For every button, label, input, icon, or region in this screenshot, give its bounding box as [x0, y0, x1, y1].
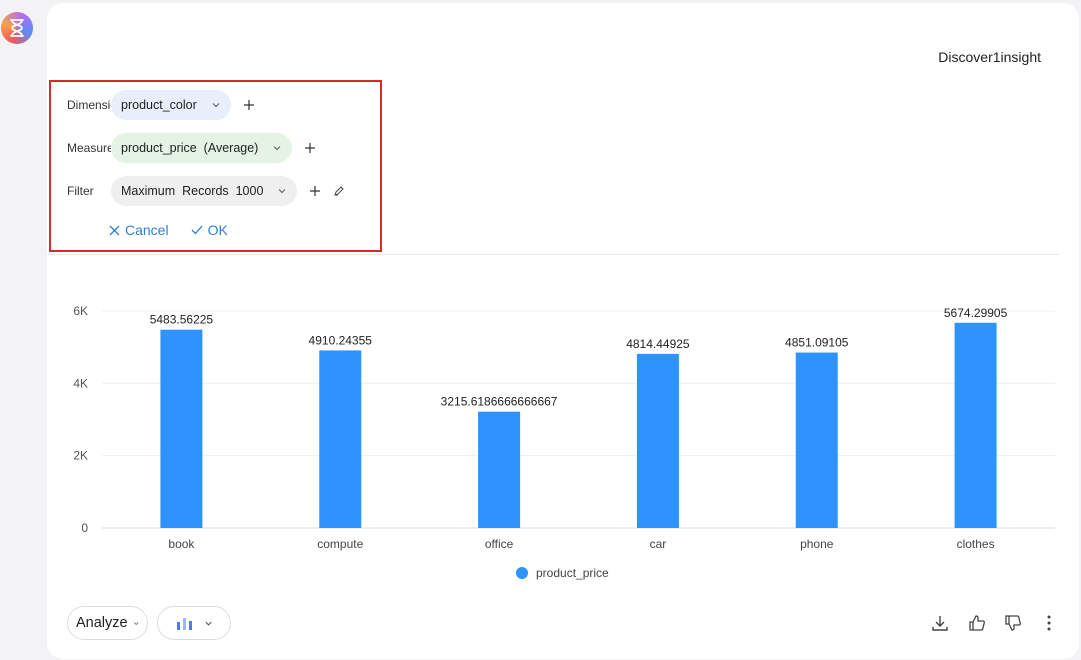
insight-title: Discover1insight	[938, 49, 1041, 65]
legend-label: product_price	[536, 566, 609, 580]
edit-filter-button[interactable]	[331, 183, 347, 199]
bar-chart-icon	[176, 618, 192, 630]
measure-select[interactable]: product_price (Average)	[111, 133, 293, 163]
data-label: 4851.09105	[785, 336, 849, 350]
filter-row: Filter Maximum Records 1000	[67, 176, 347, 206]
close-icon	[109, 225, 120, 235]
dimension-select[interactable]: product_color	[111, 90, 231, 120]
x-tick-label: book	[168, 537, 195, 551]
dimension-row: Dimension product_color	[67, 90, 257, 120]
bar	[636, 353, 679, 528]
divider	[47, 254, 1059, 255]
thumbs-down-icon[interactable]	[1003, 613, 1023, 633]
data-label: 4814.44925	[626, 337, 690, 351]
bar	[160, 329, 203, 528]
chart-type-button[interactable]	[157, 606, 231, 640]
bar	[954, 322, 997, 528]
legend-marker	[516, 567, 528, 579]
y-tick-label: 0	[81, 521, 88, 535]
more-icon[interactable]	[1039, 613, 1059, 633]
data-label: 3215.6186666666667	[441, 395, 558, 409]
filter-value: Maximum Records 1000	[121, 184, 264, 198]
plus-icon	[310, 186, 321, 196]
analyze-button[interactable]: Analyze	[67, 606, 148, 640]
y-tick-label: 2K	[73, 449, 88, 463]
measure-label: Measure	[67, 141, 111, 155]
data-label: 4910.24355	[309, 333, 373, 347]
app-logo[interactable]	[1, 12, 33, 44]
x-tick-label: office	[485, 537, 514, 551]
dimension-label: Dimension	[67, 98, 111, 112]
ok-button[interactable]: OK	[191, 222, 228, 238]
pencil-icon	[334, 186, 345, 196]
add-measure-button[interactable]	[302, 140, 318, 156]
download-icon[interactable]	[930, 613, 950, 633]
y-tick-label: 6K	[73, 304, 88, 318]
hourglass-icon	[10, 19, 24, 37]
check-icon	[191, 225, 203, 235]
thumbs-up-icon[interactable]	[967, 613, 987, 633]
config-panel: Dimension product_color Measure product_…	[49, 80, 382, 252]
chevron-down-icon	[278, 189, 286, 194]
add-dimension-button[interactable]	[241, 97, 257, 113]
measure-value: product_price (Average)	[121, 141, 259, 155]
filter-label: Filter	[67, 184, 94, 198]
bar	[319, 350, 362, 528]
cancel-button[interactable]: Cancel	[109, 222, 169, 238]
chevron-down-icon	[204, 621, 212, 626]
analyze-label: Analyze	[76, 615, 128, 631]
add-filter-button[interactable]	[307, 183, 323, 199]
config-actions: Cancel OK	[109, 222, 228, 238]
chevron-down-icon	[212, 103, 220, 108]
bar-chart: 0 2K 4K 6K 5483.56225 book 4910.24355 compute 32…	[73, 304, 1055, 580]
cancel-label: Cancel	[125, 222, 169, 238]
bar	[478, 411, 521, 528]
bar	[795, 352, 838, 528]
dimension-value: product_color	[121, 98, 197, 112]
data-label: 5483.56225	[150, 313, 214, 327]
plus-icon	[305, 143, 316, 153]
y-tick-label: 4K	[73, 376, 88, 390]
filter-select[interactable]: Maximum Records 1000	[111, 176, 298, 206]
ok-label: OK	[207, 222, 228, 238]
chevron-down-icon	[273, 146, 281, 151]
x-tick-label: car	[650, 537, 667, 551]
data-label: 5674.29905	[944, 306, 1008, 320]
measure-row: Measure product_price (Average)	[67, 133, 318, 163]
chevron-down-icon	[133, 621, 138, 625]
insight-card: Discover1insight Dimension product_color…	[47, 3, 1079, 659]
x-tick-label: compute	[317, 537, 363, 551]
x-tick-label: clothes	[957, 537, 995, 551]
plus-icon	[243, 100, 254, 110]
x-tick-label: phone	[800, 537, 834, 551]
